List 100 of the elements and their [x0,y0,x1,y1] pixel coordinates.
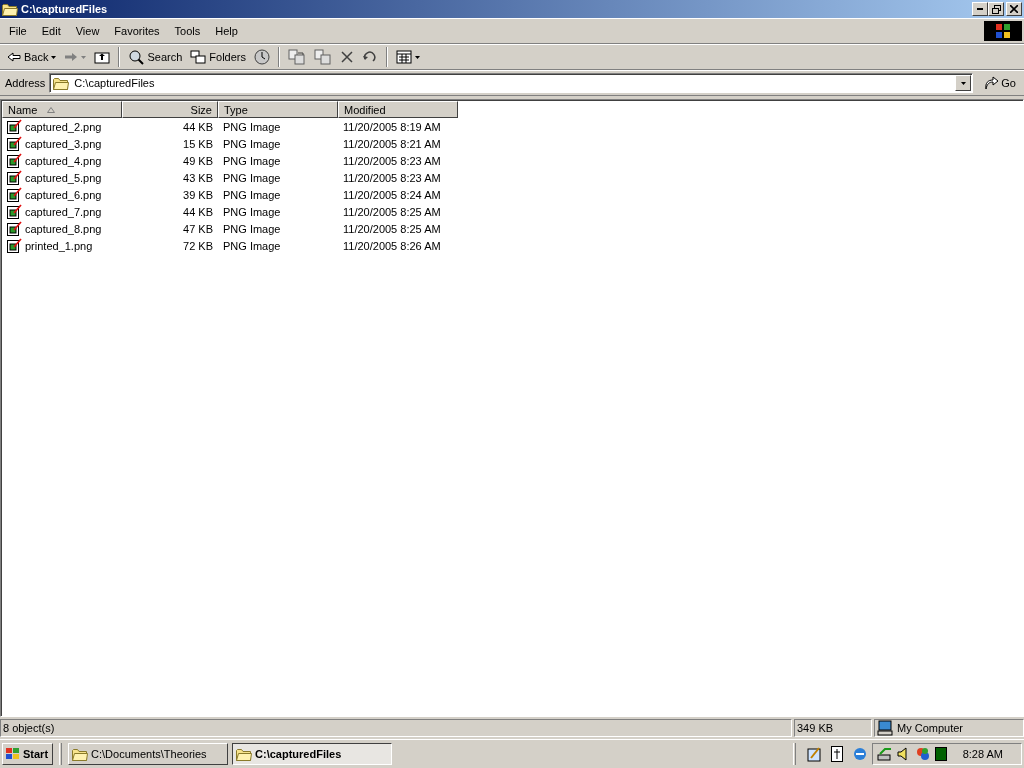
modified-date: 11/20/2005 8:23 AM [342,154,442,167]
menu-item[interactable]: Favorites [107,22,168,40]
modified-date: 11/20/2005 8:26 AM [342,239,442,252]
document-icon[interactable] [830,746,844,762]
file-name[interactable]: printed_1.png [25,239,93,252]
up-folder-icon [94,50,111,64]
image-file-icon [6,135,22,152]
modified-date: 11/20/2005 8:24 AM [342,188,442,201]
folders-icon [190,50,207,64]
forward-arrow-icon [64,52,79,62]
caret-icon [415,55,420,59]
modified-date: 11/20/2005 8:21 AM [342,137,442,150]
restore-button[interactable] [988,2,1004,16]
close-icon [1010,5,1018,13]
image-file-icon [6,152,22,169]
menu-item[interactable]: Tools [167,22,209,40]
notepad-icon[interactable] [806,746,822,762]
image-file-icon [6,220,22,237]
image-file-icon [6,203,22,220]
minimize-button[interactable] [972,2,988,16]
move-to-icon [288,49,306,65]
folder-icon [53,76,70,90]
modified-date: 11/20/2005 8:25 AM [342,222,442,235]
caret-icon [81,55,87,59]
close-button[interactable] [1006,2,1022,16]
modified-date: 11/20/2005 8:23 AM [342,171,442,184]
menu-item[interactable]: Edit [34,22,69,40]
restore-icon [991,4,1001,14]
file-name[interactable]: captured_3.png [25,137,102,150]
file-size: 39 KB [182,188,214,201]
clock: 8:28 AM [962,748,1004,760]
file-size: 15 KB [182,137,214,150]
undo-icon [362,51,378,63]
file-name[interactable]: captured_7.png [25,205,102,218]
file-size: 47 KB [182,222,214,235]
minimize-icon [977,8,983,10]
file-name[interactable]: captured_4.png [25,154,102,167]
computer-icon [877,720,893,736]
folder-icon [2,2,18,16]
image-file-icon [6,186,22,203]
file-type: PNG Image [222,205,282,218]
search-icon [128,49,145,65]
meter-icon[interactable] [935,747,947,761]
curved-arrow-icon [983,76,1000,90]
modified-date: 11/20/2005 8:19 AM [342,120,442,133]
folder-icon [236,747,253,761]
column-header[interactable]: Size [122,101,218,118]
window-title: C:\capturedFiles [21,3,109,15]
menu-item[interactable]: File [2,22,35,40]
network-icon[interactable] [877,746,893,762]
colorful-tray-icon[interactable] [915,746,931,762]
file-type: PNG Image [222,137,282,150]
folders-button[interactable]: Folders [187,47,249,67]
windows-logo [984,21,1022,41]
windows-flag-icon [5,747,21,761]
file-size: 44 KB [182,120,214,133]
caret-icon [51,55,57,59]
clock-icon [254,49,270,65]
views-icon [396,50,412,64]
image-file-icon [6,237,22,254]
image-file-icon [6,169,22,186]
file-type: PNG Image [222,154,282,167]
file-name[interactable]: captured_5.png [25,171,102,184]
search-button[interactable]: Search [125,47,186,67]
go-button[interactable]: Go [977,76,1022,90]
menu-item[interactable]: Help [208,22,246,40]
file-size: 72 KB [182,239,214,252]
address-label: Address [5,77,46,89]
folder-icon [72,747,89,761]
history-button[interactable] [251,47,273,67]
browser-icon[interactable] [852,746,868,762]
back-button[interactable]: Back [4,47,60,67]
zone-label: My Computer [897,722,964,734]
address-field[interactable]: C:\capturedFiles [49,73,974,93]
start-button[interactable]: Start [2,743,54,765]
modified-date: 11/20/2005 8:25 AM [342,205,442,218]
file-type: PNG Image [222,239,282,252]
file-name[interactable]: captured_8.png [25,222,102,235]
column-header[interactable]: Modified [338,101,458,118]
file-type: PNG Image [222,171,282,184]
column-header[interactable]: Name [2,101,122,118]
total-size: 349 KB [797,722,834,734]
file-name[interactable]: captured_2.png [25,120,102,133]
taskbar-button[interactable]: C:\capturedFiles [232,743,393,765]
file-size: 44 KB [182,205,214,218]
object-count: 8 object(s) [3,722,55,734]
dropdown-button[interactable] [955,75,972,91]
back-arrow-icon [7,52,21,62]
menu-item[interactable]: View [68,22,108,40]
views-button[interactable] [393,47,423,67]
column-header[interactable]: Type [218,101,338,118]
image-file-icon [6,118,22,135]
file-name[interactable]: captured_6.png [25,188,102,201]
taskbar-button[interactable]: C:\Documents\Theories [68,743,229,765]
file-size: 49 KB [182,154,214,167]
file-type: PNG Image [222,222,282,235]
file-type: PNG Image [222,120,282,133]
file-size: 43 KB [182,171,214,184]
file-type: PNG Image [222,188,282,201]
caret-icon [960,81,966,85]
